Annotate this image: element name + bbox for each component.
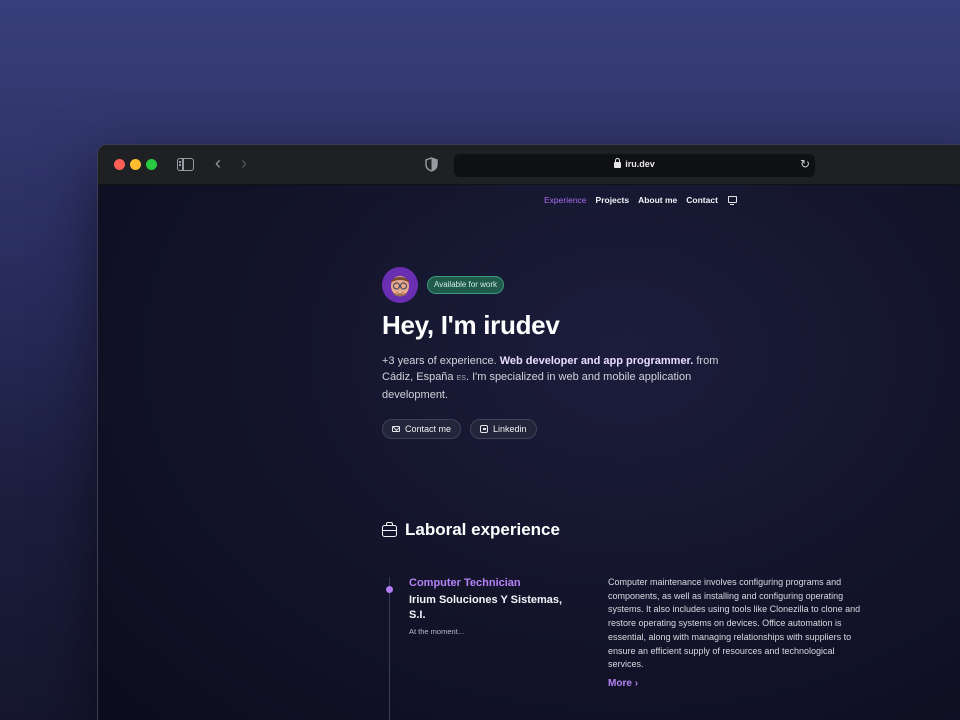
- timeline-line: [389, 577, 390, 720]
- job-description: Computer maintenance involves configurin…: [608, 577, 861, 670]
- linkedin-label: Linkedin: [493, 424, 527, 434]
- linkedin-icon: [480, 425, 489, 433]
- url-text: iru.dev: [625, 159, 655, 169]
- avatar: [382, 267, 418, 303]
- forward-icon[interactable]: ›: [241, 153, 247, 173]
- job-role: Computer Technician: [409, 577, 521, 589]
- contact-me-button[interactable]: Contact me: [382, 419, 462, 439]
- top-nav: Experience Projects About me Contact: [544, 195, 737, 205]
- contact-me-label: Contact me: [405, 424, 452, 434]
- chevron-right-icon: ›: [634, 678, 639, 689]
- browser-window: ‹ › iru.dev ↻ Experience Projects About …: [97, 144, 960, 720]
- address-bar[interactable]: iru.dev ↻: [454, 154, 815, 177]
- nav-item-contact[interactable]: Contact: [686, 195, 718, 205]
- hero-buttons: Contact me Linkedin: [382, 419, 537, 439]
- shield-icon[interactable]: [425, 157, 438, 172]
- maximize-window-button[interactable]: [146, 159, 157, 170]
- hero-intro: +3 years of experience. Web developer an…: [382, 353, 722, 403]
- monitor-icon[interactable]: [727, 195, 737, 205]
- briefcase-icon: [382, 521, 397, 537]
- mail-icon: [392, 426, 400, 432]
- reload-icon[interactable]: ↻: [800, 157, 810, 171]
- lock-icon: [614, 158, 622, 168]
- experience-title-text: Laboral experience: [405, 520, 560, 539]
- job-date: At the moment...: [409, 627, 465, 636]
- nav-item-experience[interactable]: Experience: [544, 195, 587, 205]
- more-link[interactable]: More ›: [608, 678, 638, 689]
- timeline-dot: [386, 586, 393, 593]
- page-title: Hey, I'm irudev: [382, 310, 560, 340]
- nav-item-projects[interactable]: Projects: [596, 195, 630, 205]
- intro-prefix: +3 years of experience.: [382, 355, 500, 367]
- close-window-button[interactable]: [114, 159, 125, 170]
- availability-badge: Available for work: [427, 276, 504, 294]
- sidebar-toggle-icon[interactable]: [177, 158, 194, 171]
- url-display: iru.dev: [454, 158, 815, 169]
- nav-item-about[interactable]: About me: [638, 195, 677, 205]
- minimize-window-button[interactable]: [130, 159, 141, 170]
- back-icon[interactable]: ‹: [215, 153, 221, 173]
- linkedin-button[interactable]: Linkedin: [470, 419, 537, 439]
- more-link-label: More: [608, 678, 632, 689]
- intro-highlight: Web developer and app programmer.: [499, 355, 694, 367]
- browser-titlebar: ‹ › iru.dev ↻: [98, 145, 960, 185]
- experience-section-title: Laboral experience: [382, 520, 560, 540]
- country-code: ES: [456, 375, 466, 382]
- memoji-icon: [382, 267, 418, 303]
- page-content: Experience Projects About me Contact Ava…: [98, 185, 960, 720]
- job-company: Irium Soluciones Y Sistemas, S.I.: [409, 594, 563, 621]
